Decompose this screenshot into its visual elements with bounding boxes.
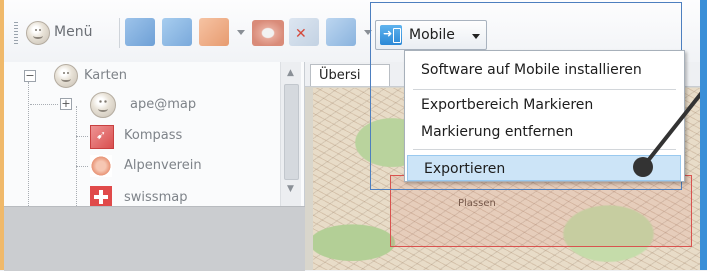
mobile-button[interactable]: ➜ Mobile <box>375 20 487 50</box>
track-blue-icon[interactable] <box>125 18 155 46</box>
tree-guide-line <box>76 106 77 206</box>
delete-cross-icon[interactable]: ✕ <box>289 18 319 46</box>
tree-guide-line <box>30 104 58 105</box>
smiley-icon <box>90 92 116 118</box>
tree-guide-line <box>28 82 29 206</box>
tree-item-swissmap[interactable]: swissmap <box>90 184 280 206</box>
swissmap-icon <box>90 186 112 206</box>
scroll-thumb[interactable] <box>284 84 299 180</box>
chevron-down-icon <box>472 34 480 39</box>
tree-item-label: ape@map <box>130 97 197 112</box>
menu-separator <box>413 149 676 150</box>
tree-guide-line <box>76 136 88 137</box>
collapse-expander-icon[interactable]: − <box>24 70 36 82</box>
map-tree-panel: − Karten + ape@map ➹ Kompass Alpenverein… <box>4 62 305 206</box>
scroll-up-arrow-icon[interactable]: ▲ <box>287 68 294 78</box>
menu-smiley-icon <box>26 21 50 45</box>
menu-item-mark-export-area[interactable]: Exportbereich Markieren <box>405 92 684 119</box>
scroll-down-arrow-icon[interactable]: ▼ <box>287 184 294 194</box>
mobile-button-label: Mobile <box>409 27 455 43</box>
menu-button[interactable]: Menü <box>26 20 106 46</box>
tree-item-label: Alpenverein <box>124 158 202 173</box>
arrow-right-icon[interactable] <box>326 18 356 46</box>
zoom-magnifier-icon[interactable] <box>199 18 229 46</box>
toolbar-separator <box>119 18 120 48</box>
tree-item-kompass[interactable]: ➹ Kompass <box>76 124 280 149</box>
kompass-icon: ➹ <box>90 125 114 149</box>
mobile-dropdown-menu: Software auf Mobile installieren Exportb… <box>404 50 685 182</box>
route-blue-icon[interactable] <box>162 18 192 46</box>
tree-item-karten[interactable]: − Karten <box>24 64 274 88</box>
tree-item-alpenverein[interactable]: Alpenverein <box>76 154 280 178</box>
menu-button-label: Menü <box>54 24 93 40</box>
tree-scrollbar[interactable]: ▲ ▼ <box>280 62 301 206</box>
menu-separator <box>413 89 676 90</box>
empty-panel-area <box>4 206 305 271</box>
mobile-export-icon: ➜ <box>380 25 402 45</box>
alpenverein-icon <box>90 155 112 177</box>
menu-item-export[interactable]: Exportieren <box>407 155 681 181</box>
tree-item-label: Kompass <box>124 128 183 143</box>
eye-icon[interactable] <box>252 20 284 46</box>
smiley-icon <box>54 64 78 88</box>
tree-item-label: Karten <box>84 68 127 83</box>
zoom-dropdown-arrow-icon[interactable] <box>237 30 245 35</box>
menu-item-install-software[interactable]: Software auf Mobile installieren <box>405 57 684 84</box>
expand-expander-icon[interactable]: + <box>60 98 72 110</box>
menu-item-remove-marking[interactable]: Markierung entfernen <box>405 119 684 146</box>
toolbar-grip[interactable] <box>14 22 18 44</box>
tree-item-label: swissmap <box>124 190 188 205</box>
tree-guide-line <box>76 166 88 167</box>
tree-item-apemap[interactable]: + ape@map <box>30 92 280 118</box>
right-edge-strip <box>700 0 707 270</box>
